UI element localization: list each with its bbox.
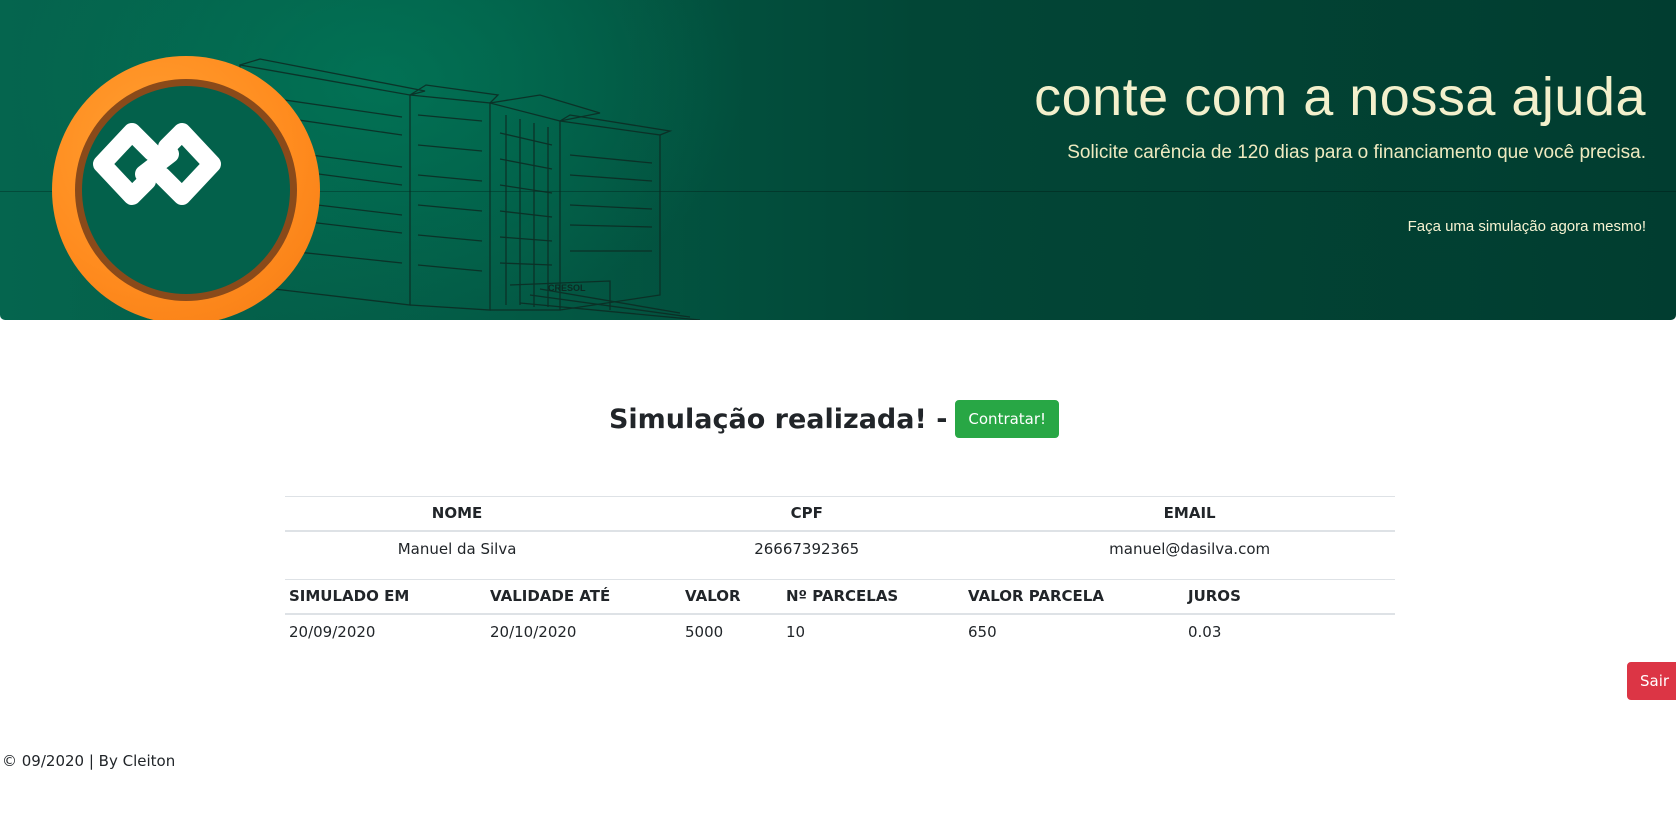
header-validade-ate: VALIDADE ATÉ bbox=[486, 579, 681, 615]
client-table-header: NOME CPF EMAIL bbox=[285, 496, 1395, 532]
header-juros: JUROS bbox=[1184, 579, 1395, 615]
logout-button[interactable]: Sair bbox=[1627, 662, 1676, 700]
hero-banner: CRESOL conte com a nossa ajuda Solicite … bbox=[0, 0, 1676, 320]
cresol-logo-mark-icon bbox=[93, 123, 221, 205]
banner-subtitle: Solicite carência de 120 dias para o fin… bbox=[1067, 142, 1646, 163]
contract-button[interactable]: Contratar! bbox=[955, 400, 1060, 438]
interest-rate: 0.03 bbox=[1188, 622, 1222, 641]
loan-value: 5000 bbox=[685, 622, 724, 641]
header-simulado-em: SIMULADO EM bbox=[285, 579, 486, 615]
simulation-table: SIMULADO EM VALIDADE ATÉ VALOR Nº PARCEL… bbox=[285, 579, 1395, 649]
table-row: Manuel da Silva 26667392365 manuel@dasil… bbox=[285, 531, 1395, 566]
header-email: EMAIL bbox=[984, 496, 1395, 532]
cresol-logo bbox=[52, 56, 320, 320]
footer-copyright: © 09/2020 | By Cleiton bbox=[2, 752, 176, 770]
installment-value: 650 bbox=[968, 622, 997, 641]
header-valor-parcela: VALOR PARCELA bbox=[964, 579, 1184, 615]
client-table: NOME CPF EMAIL Manuel da Silva 266673923… bbox=[285, 496, 1395, 566]
banner-cta-text: Faça uma simulação agora mesmo! bbox=[1407, 218, 1646, 235]
result-title: Simulação realizada! - bbox=[608, 403, 948, 435]
building-sign: CRESOL bbox=[548, 283, 586, 293]
header-valor: VALOR bbox=[681, 579, 782, 615]
simulated-date: 20/09/2020 bbox=[289, 622, 376, 641]
valid-until-date: 20/10/2020 bbox=[490, 622, 577, 641]
banner-title: conte com a nossa ajuda bbox=[1034, 67, 1646, 127]
client-table-container: NOME CPF EMAIL Manuel da Silva 266673923… bbox=[285, 496, 1395, 566]
client-cpf: 26667392365 bbox=[754, 539, 860, 558]
installments-count: 10 bbox=[786, 622, 806, 641]
simulation-table-header: SIMULADO EM VALIDADE ATÉ VALOR Nº PARCEL… bbox=[285, 579, 1395, 615]
result-heading: Simulação realizada! - Contratar! bbox=[0, 400, 1676, 438]
header-cpf: CPF bbox=[629, 496, 985, 532]
simulation-table-container: SIMULADO EM VALIDADE ATÉ VALOR Nº PARCEL… bbox=[285, 579, 1395, 649]
client-email: manuel@dasilva.com bbox=[1109, 539, 1271, 558]
header-num-parcelas: Nº PARCELAS bbox=[782, 579, 964, 615]
header-nome: NOME bbox=[285, 496, 630, 532]
client-name: Manuel da Silva bbox=[397, 539, 517, 558]
table-row: 20/09/2020 20/10/2020 5000 10 650 0.03 bbox=[285, 614, 1395, 649]
